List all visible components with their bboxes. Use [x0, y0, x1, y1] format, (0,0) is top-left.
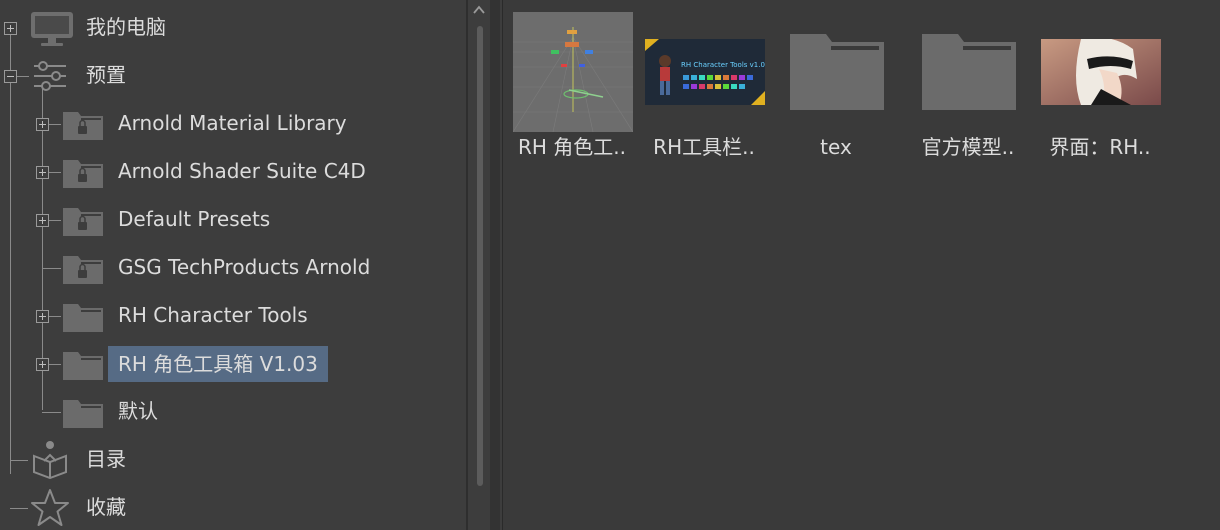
locked-folder-icon [63, 256, 103, 284]
folder-icon [63, 400, 103, 428]
viewport-thumbnail [513, 12, 633, 132]
tree-item-arnold-shader-suite[interactable]: Arnold Shader Suite C4D [0, 151, 460, 191]
tree-item-label: Arnold Material Library [118, 111, 347, 135]
locked-folder-icon [63, 160, 103, 188]
toolbar-banner-image: RH Character Tools v1.0 [645, 39, 765, 105]
expand-toggle[interactable] [36, 118, 49, 131]
tree-line [49, 220, 61, 221]
locked-folder-icon [63, 208, 103, 236]
tree-item-presets[interactable]: 预置 [0, 55, 460, 95]
banner-text: RH Character Tools v1.0 [681, 61, 765, 69]
grid-item[interactable]: RH Character Tools v1.0 RH工具栏.. [639, 12, 765, 162]
scene-preview-image [513, 12, 633, 132]
tree-item-label: RH 角色工具箱 V1.03 [108, 346, 328, 382]
tree-line [10, 508, 28, 509]
tree-item-label: 预置 [86, 63, 126, 87]
tree-line [42, 412, 61, 413]
expand-toggle[interactable] [4, 22, 17, 35]
tree-item-default[interactable]: 默认 [0, 391, 460, 431]
preset-grid: RH 角色工.. RH Character Tools v1.0 RH工具栏..… [502, 0, 1220, 530]
tree-scrollbar[interactable] [468, 0, 490, 530]
chevron-up-icon[interactable] [473, 4, 485, 16]
grid-item[interactable]: tex [771, 12, 897, 162]
grid-item-label: RH工具栏.. [653, 135, 755, 159]
banner-thumbnail: RH Character Tools v1.0 [645, 12, 765, 132]
tree-line [49, 316, 61, 317]
expand-toggle[interactable] [36, 358, 49, 371]
grid-item-label: 官方模型.. [921, 135, 1015, 159]
tree-item-default-presets[interactable]: Default Presets [0, 199, 460, 239]
grid-item-label: tex [820, 135, 852, 159]
collapse-toggle[interactable] [4, 70, 17, 83]
tree-item-catalog[interactable]: 目录 [0, 439, 460, 479]
folder-icon [63, 352, 103, 380]
tree-line [17, 76, 29, 77]
folder-icon [909, 12, 1029, 132]
sliders-icon [34, 61, 66, 91]
tree-item-arnold-material-library[interactable]: Arnold Material Library [0, 103, 460, 143]
tree-item-label: GSG TechProducts Arnold [118, 255, 371, 279]
grid-item[interactable]: 界面：RH.. [1035, 12, 1161, 162]
grid-item[interactable]: RH 角色工.. [507, 12, 633, 162]
tree-item-label: 我的电脑 [86, 15, 166, 39]
tree-item-label: 默认 [118, 399, 158, 423]
tree-item-label: 目录 [86, 447, 126, 471]
tree-item-label: RH Character Tools [118, 303, 308, 327]
folder-icon [63, 304, 103, 332]
preset-tree: 我的电脑 预置 Arnold Material Library Arnold S… [0, 0, 466, 530]
grid-item[interactable]: 官方模型.. [903, 12, 1029, 162]
tree-item-label: 收藏 [86, 495, 126, 519]
character-thumbnail [1041, 12, 1161, 132]
tree-item-label: Default Presets [118, 207, 271, 231]
catalog-icon [33, 441, 67, 479]
expand-toggle[interactable] [36, 166, 49, 179]
tree-line [49, 364, 61, 365]
splitter-gutter[interactable] [490, 0, 500, 530]
tree-item-label: Arnold Shader Suite C4D [118, 159, 366, 183]
tree-line [10, 460, 28, 461]
tree-item-rh-toolbox-selected[interactable]: RH 角色工具箱 V1.03 [0, 343, 460, 383]
tree-item-favorites[interactable]: 收藏 [0, 487, 460, 527]
locked-folder-icon [63, 112, 103, 140]
tree-line [49, 124, 61, 125]
tree-line [49, 172, 61, 173]
expand-toggle[interactable] [36, 214, 49, 227]
folder-icon [777, 12, 897, 132]
monitor-icon [31, 12, 73, 46]
grid-item-label: 界面：RH.. [1049, 135, 1151, 159]
tree-item-rh-character-tools[interactable]: RH Character Tools [0, 295, 460, 335]
expand-toggle[interactable] [36, 310, 49, 323]
star-icon [31, 489, 69, 526]
grid-item-label: RH 角色工.. [517, 135, 626, 159]
character-preview-image [1041, 39, 1161, 105]
tree-line [42, 268, 61, 269]
tree-item-gsg-techproducts[interactable]: GSG TechProducts Arnold [0, 247, 460, 287]
tree-item-my-computer[interactable]: 我的电脑 [0, 7, 460, 47]
scrollbar-thumb[interactable] [477, 26, 483, 486]
